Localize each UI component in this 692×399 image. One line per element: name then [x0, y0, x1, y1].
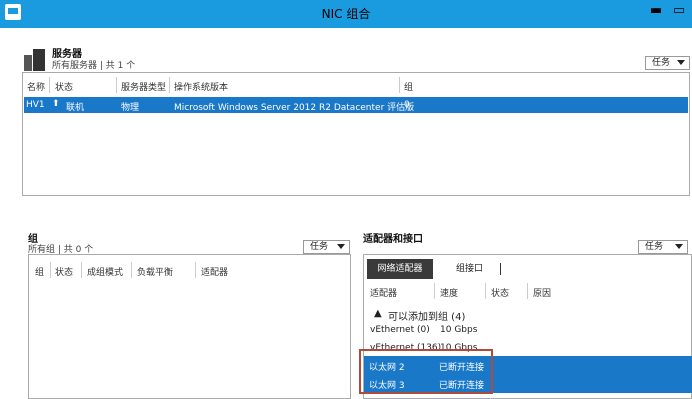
minimize-button[interactable]: ▬ — [645, 1, 667, 21]
server-name: HV1 — [26, 100, 45, 110]
col-header-status[interactable]: 状态 — [55, 80, 73, 93]
title-bar: NIC 组合 ▬ ▭ — [0, 0, 692, 28]
server-status: 联机 — [66, 103, 85, 113]
server-groups: 0 — [404, 100, 410, 110]
col-header-load-balance[interactable]: 负载平衡 — [137, 265, 173, 278]
col-header-speed[interactable]: 速度 — [440, 286, 458, 299]
online-icon: ⬆ — [52, 99, 60, 109]
servers-table: 名称 状态 服务器类型 操作系统版本 组 HV1 ⬆ 联机 物理 Microso… — [22, 72, 690, 196]
chevron-down-icon — [337, 244, 345, 249]
adapter-speed: 10 Gbps — [440, 325, 478, 335]
servers-tasks-label: 任务 — [652, 58, 671, 68]
server-icon — [24, 49, 46, 71]
groups-tasks-label: 任务 — [310, 242, 329, 252]
col-header-groups[interactable]: 组 — [404, 80, 413, 93]
col-header-adapters[interactable]: 适配器 — [201, 265, 228, 278]
adapter-name[interactable]: vEthernet (0) — [370, 325, 430, 335]
col-header-team-mode[interactable]: 成组模式 — [87, 265, 123, 278]
tab-network-adapters[interactable]: 网络适配器 — [367, 259, 433, 279]
groups-table: 组 状态 成组模式 负载平衡 适配器 — [28, 254, 351, 399]
groups-tasks-button[interactable]: 任务 — [303, 240, 350, 254]
highlight-box — [359, 349, 493, 394]
chevron-down-icon — [675, 244, 683, 249]
servers-tasks-button[interactable]: 任务 — [645, 56, 690, 70]
adapters-tasks-button[interactable]: 任务 — [638, 240, 688, 254]
col-header-reason[interactable]: 原因 — [533, 286, 551, 299]
col-header-adapter[interactable]: 适配器 — [370, 286, 397, 299]
col-header-adapter-status[interactable]: 状态 — [491, 286, 509, 299]
server-type: 物理 — [121, 103, 140, 113]
col-header-name[interactable]: 名称 — [27, 80, 45, 93]
adapters-title: 适配器和接口 — [363, 234, 423, 245]
table-row[interactable]: HV1 ⬆ 联机 物理 Microsoft Windows Server 201… — [24, 97, 688, 113]
tab-team-interfaces[interactable]: 组接口 — [442, 259, 497, 279]
col-header-group-status[interactable]: 状态 — [55, 265, 73, 278]
maximize-button[interactable]: ▭ — [668, 1, 690, 21]
col-header-type[interactable]: 服务器类型 — [121, 80, 166, 93]
server-os: Microsoft Windows Server 2012 R2 Datacen… — [174, 103, 415, 113]
col-header-os[interactable]: 操作系统版本 — [174, 80, 228, 93]
adapters-tasks-label: 任务 — [645, 242, 664, 252]
servers-subtitle: 所有服务器 | 共 1 个 — [52, 61, 136, 71]
col-header-group[interactable]: 组 — [35, 265, 44, 278]
chevron-down-icon — [677, 60, 685, 65]
group-header: 可以添加到组 (4) — [388, 312, 466, 323]
group-collapse-icon[interactable]: ▲ — [374, 308, 382, 319]
window-title: NIC 组合 — [321, 7, 371, 21]
